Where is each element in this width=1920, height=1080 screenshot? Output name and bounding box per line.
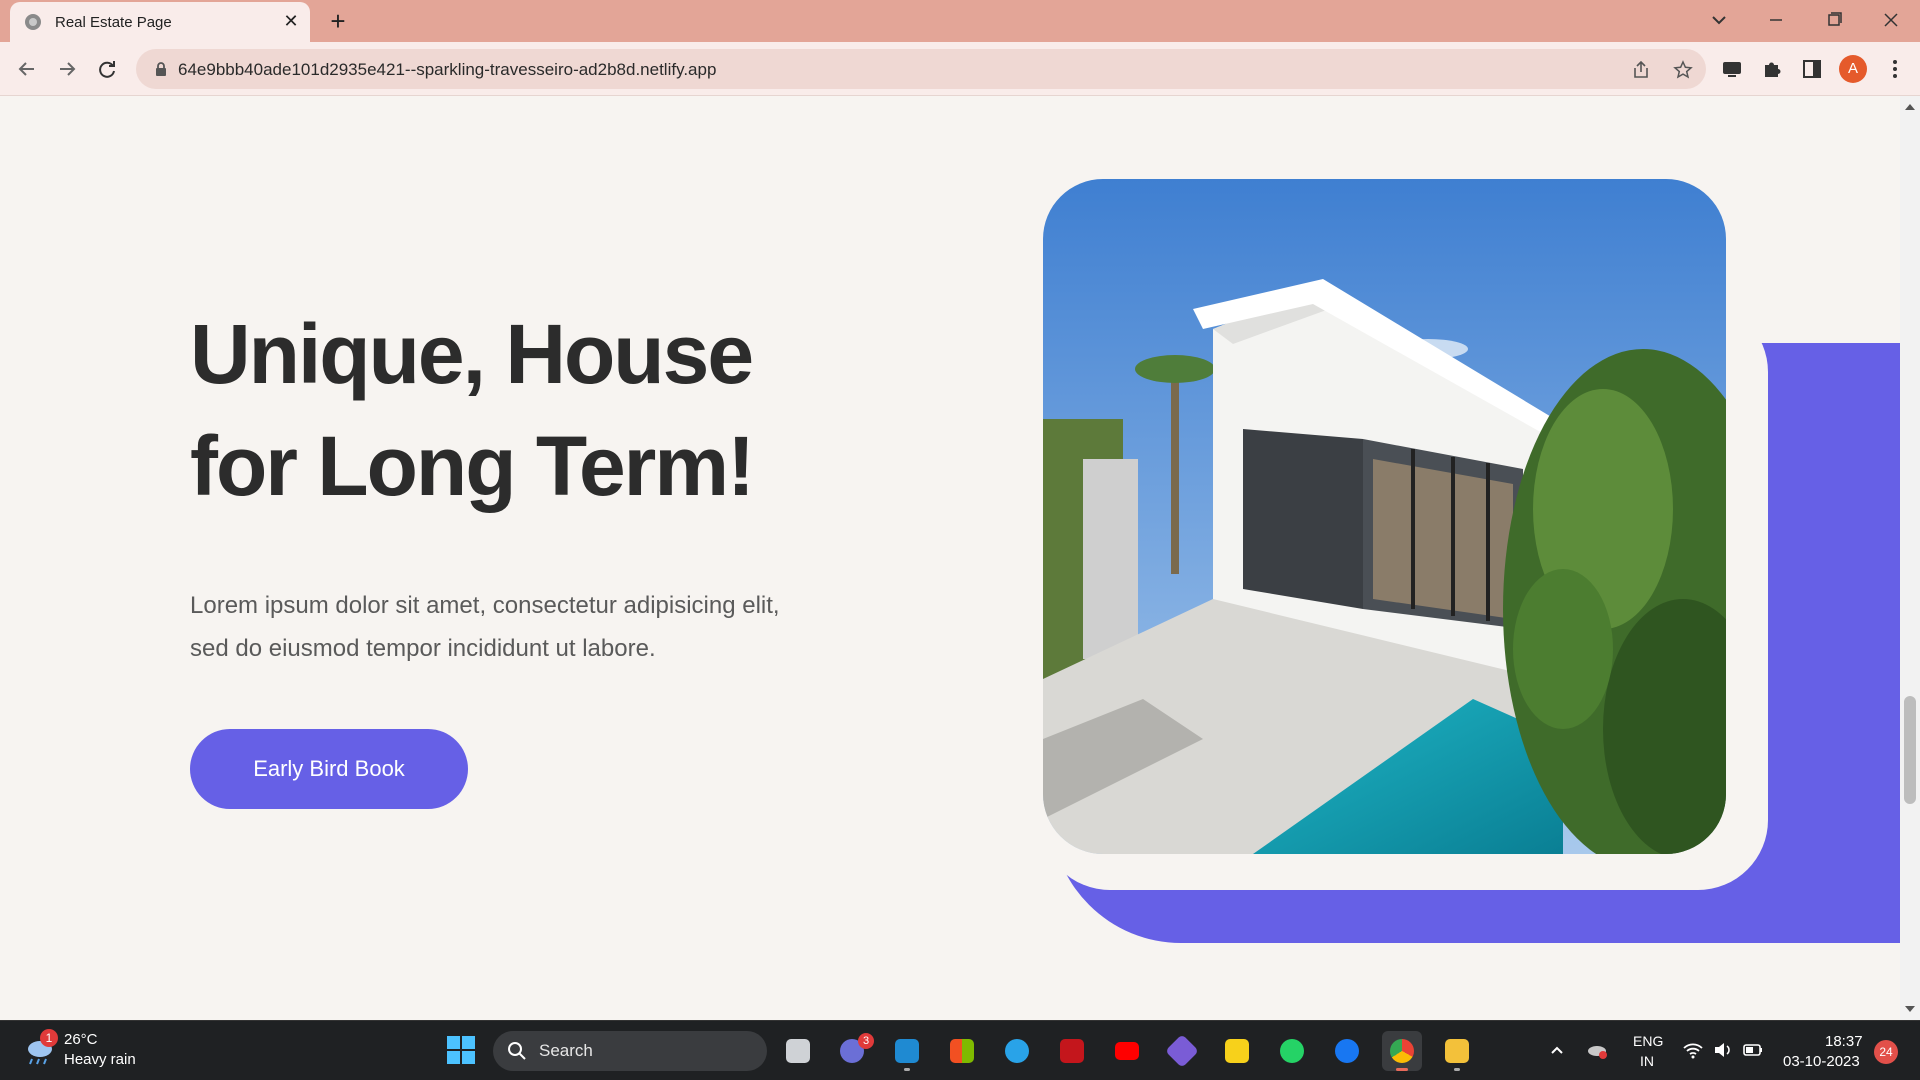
task-view-icon[interactable] — [778, 1031, 818, 1071]
window-close-icon[interactable] — [1873, 4, 1909, 36]
close-tab-icon[interactable]: ✕ — [280, 10, 302, 32]
weather-condition: Heavy rain — [64, 1051, 136, 1068]
running-indicator — [904, 1068, 910, 1071]
chevron-up-icon[interactable] — [1546, 1039, 1568, 1061]
scroll-up-icon[interactable] — [1905, 104, 1915, 110]
teams-badge: 3 — [858, 1033, 874, 1049]
clock-date[interactable]: 03-10-2023 — [1783, 1053, 1860, 1070]
battery-icon[interactable] — [1742, 1039, 1764, 1061]
lock-icon[interactable] — [152, 60, 170, 78]
profile-avatar[interactable]: A — [1839, 55, 1867, 83]
address-bar[interactable]: 64e9bbb40ade101d2935e421--sparkling-trav… — [136, 49, 1706, 89]
browser-tab-strip: Real Estate Page ✕ + — [0, 0, 1920, 42]
chevron-down-icon[interactable] — [1705, 6, 1733, 34]
browser-tab[interactable]: Real Estate Page ✕ — [10, 2, 310, 42]
language-code[interactable]: ENG — [1633, 1033, 1663, 1049]
scroll-down-icon[interactable] — [1905, 1006, 1915, 1012]
vscode-icon[interactable] — [887, 1031, 927, 1071]
minimize-icon[interactable] — [1758, 4, 1794, 36]
hero-description-line-2: sed do eiusmod tempor incididunt ut labo… — [190, 635, 656, 662]
running-indicator — [1454, 1068, 1460, 1071]
windows-taskbar: 1 26°C Heavy rain Search 3 ENG IN 18:37 … — [0, 1020, 1920, 1080]
kebab-menu-icon[interactable] — [1882, 56, 1908, 82]
back-arrow-icon[interactable] — [12, 54, 42, 84]
volume-icon[interactable] — [1712, 1039, 1734, 1061]
hero-title-line-1: Unique, House — [190, 307, 754, 401]
restore-icon[interactable] — [1816, 4, 1852, 36]
tab-title: Real Estate Page — [55, 14, 172, 31]
hero-description-line-1: Lorem ipsum dolor sit amet, consectetur … — [190, 592, 780, 619]
active-indicator — [1396, 1068, 1408, 1071]
hero-title: Unique, House for Long Term! — [190, 298, 830, 522]
new-tab-icon[interactable]: + — [323, 6, 353, 36]
mcafee-icon[interactable] — [1052, 1031, 1092, 1071]
language-region[interactable]: IN — [1640, 1053, 1654, 1069]
search-label: Search — [539, 1041, 593, 1060]
hero-description: Lorem ipsum dolor sit amet, consectetur … — [190, 584, 810, 670]
windows-start-icon[interactable] — [446, 1035, 476, 1065]
microsoft-store-icon[interactable] — [942, 1031, 982, 1071]
url-text: 64e9bbb40ade101d2935e421--sparkling-trav… — [178, 60, 717, 79]
wifi-icon[interactable] — [1682, 1039, 1704, 1061]
search-icon — [508, 1042, 526, 1060]
copilot-icon[interactable] — [1162, 1031, 1202, 1071]
bookmark-star-icon[interactable] — [1672, 59, 1694, 81]
weather-badge: 1 — [40, 1029, 58, 1047]
chrome-icon[interactable] — [1382, 1031, 1422, 1071]
help-icon[interactable] — [997, 1031, 1037, 1071]
extensions-puzzle-icon[interactable] — [1759, 56, 1785, 82]
weather-temperature: 26°C — [64, 1031, 98, 1048]
house-photo — [1043, 179, 1726, 854]
side-panel-icon[interactable] — [1799, 56, 1825, 82]
notification-badge[interactable]: 24 — [1874, 1040, 1898, 1064]
page-viewport: Unique, House for Long Term! Lorem ipsum… — [0, 96, 1900, 1020]
forward-arrow-icon[interactable] — [52, 54, 82, 84]
share-icon[interactable] — [1630, 59, 1652, 81]
early-bird-book-button[interactable]: Early Bird Book — [190, 729, 468, 809]
onedrive-icon[interactable] — [1586, 1039, 1608, 1061]
globe-icon — [25, 14, 41, 30]
taskbar-search[interactable]: Search — [493, 1031, 767, 1071]
flipkart-icon[interactable] — [1217, 1031, 1257, 1071]
media-icon[interactable] — [1719, 56, 1745, 82]
youtube-icon[interactable] — [1107, 1031, 1147, 1071]
hero-title-line-2: for Long Term! — [190, 419, 755, 513]
scrollbar-thumb[interactable] — [1904, 696, 1916, 804]
teams-icon[interactable]: 3 — [832, 1031, 874, 1071]
clock-time[interactable]: 18:37 — [1825, 1033, 1863, 1050]
file-explorer-icon[interactable] — [1437, 1031, 1477, 1071]
page-scrollbar[interactable] — [1900, 96, 1920, 1020]
reload-icon[interactable] — [92, 54, 122, 84]
browser-toolbar: 64e9bbb40ade101d2935e421--sparkling-trav… — [0, 42, 1920, 96]
house-illustration — [1043, 179, 1726, 854]
whatsapp-icon[interactable] — [1272, 1031, 1312, 1071]
facebook-icon[interactable] — [1327, 1031, 1367, 1071]
